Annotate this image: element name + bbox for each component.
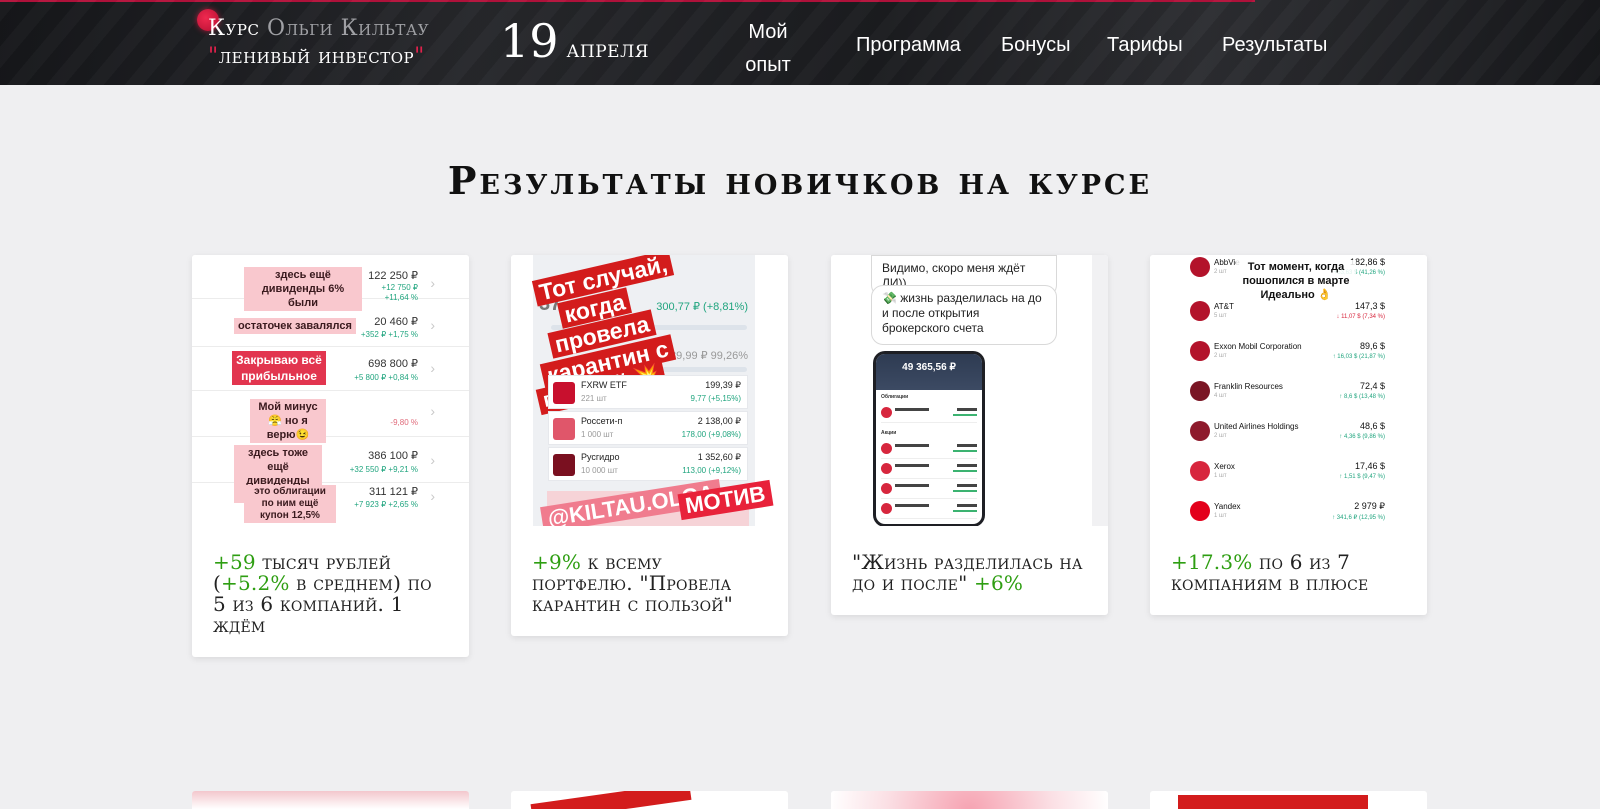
nav-results[interactable]: Результаты	[1222, 33, 1327, 57]
course-date: 19 апреля	[500, 12, 649, 70]
chevron-right-icon: ›	[430, 488, 435, 504]
result-screenshot-2: 37 300,77 ₽ (+8,81%) 689,99 ₽ 99,26% Тот…	[511, 255, 788, 526]
date-month: апреля	[566, 35, 650, 63]
chevron-right-icon: ›	[430, 275, 435, 291]
result-screenshot-4: AbbVie 2 шт 182,86 $ +53,63 $ (41,26 %) …	[1150, 255, 1427, 526]
nav-bonuses[interactable]: Бонусы	[1001, 33, 1070, 57]
nav-my-experience[interactable]: Мой опыт	[738, 16, 798, 82]
brand-author: Ольги Кильтау	[266, 16, 430, 41]
chevron-right-icon: ›	[430, 452, 435, 468]
result-screenshot-1: здесь ещё дивиденды 6% были 122 250 ₽ +1…	[192, 255, 469, 526]
nav-program[interactable]: Программа	[856, 33, 961, 57]
result-card-4[interactable]: AbbVie 2 шт 182,86 $ +53,63 $ (41,26 %) …	[1150, 255, 1427, 615]
result-card-3[interactable]: Видимо, скоро меня ждёт ЛИ)) 💸 жизнь раз…	[831, 255, 1108, 615]
chevron-right-icon: ›	[430, 360, 435, 376]
section-title: Результаты новичков на курсе	[447, 158, 1153, 203]
phone-screenshot: 49 365,56 ₽ Облигации Акции	[873, 351, 985, 526]
nav-tariffs[interactable]: Тарифы	[1107, 33, 1183, 57]
result-caption-1: +59 тысяч рублей (+5.2% в среднем) по 5 …	[213, 550, 432, 637]
chat-bubble: 💸 жизнь разделилась на до и после открыт…	[871, 285, 1057, 345]
brand-course-word: Курс	[208, 16, 260, 41]
result-card-5[interactable]	[192, 791, 469, 809]
result-caption-3: "Жизнь разделилась на до и после" +6%	[852, 550, 1083, 595]
result-card-2[interactable]: 37 300,77 ₽ (+8,81%) 689,99 ₽ 99,26% Тот…	[511, 255, 788, 636]
chevron-right-icon: ›	[430, 317, 435, 333]
result-card-7[interactable]	[831, 791, 1108, 809]
result-card-8[interactable]	[1150, 791, 1427, 809]
brand-course-name: ленивый инвестор	[218, 44, 415, 69]
result-card-1[interactable]: здесь ещё дивиденды 6% были 122 250 ₽ +1…	[192, 255, 469, 657]
result-caption-2: +9% к всему портфелю. "Провела карантин …	[532, 550, 734, 616]
course-brand[interactable]: Курс Ольги Кильтау "ленивый инвестор"	[208, 15, 429, 71]
result-caption-4: +17.3% по 6 из 7 компаниям в плюсе	[1171, 550, 1369, 595]
result-card-6[interactable]	[511, 791, 788, 809]
chevron-right-icon: ›	[430, 403, 435, 419]
date-day: 19	[500, 14, 559, 68]
result-screenshot-3: Видимо, скоро меня ждёт ЛИ)) 💸 жизнь раз…	[831, 255, 1108, 526]
